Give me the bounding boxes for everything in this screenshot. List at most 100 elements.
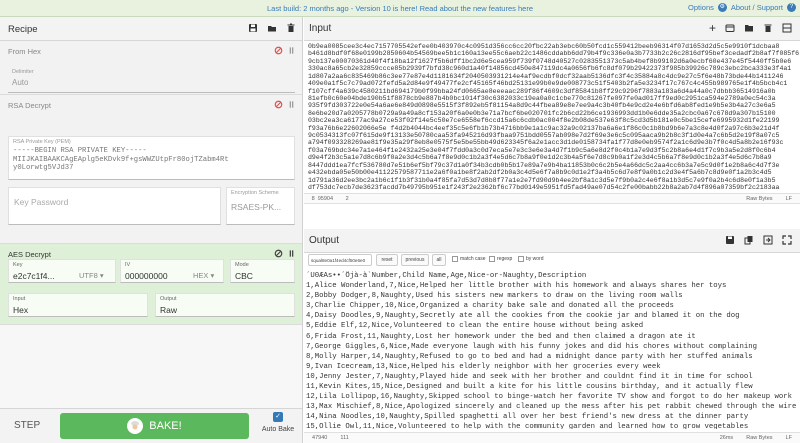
copy-output-icon[interactable] xyxy=(744,235,754,245)
disable-op-icon[interactable] xyxy=(274,46,283,55)
iv-field[interactable]: IV 000000000 HEX ▾ xyxy=(120,259,224,283)
op-rsa-decrypt[interactable]: RSA Decrypt RSA Private Key (PEM) -----B… xyxy=(0,95,302,244)
output-textarea[interactable]: ´U0ÆAs••´Öjà-à`Number,Child Name,Age,Nic… xyxy=(306,271,796,429)
replace-input-icon[interactable] xyxy=(763,235,773,245)
find-input[interactable]: squal8e0a1f4ed4cf50e6e0 xyxy=(308,254,372,266)
output-line: 7,George Giggles,6,Nice,Made everyone la… xyxy=(306,342,758,351)
layout-icon[interactable] xyxy=(782,23,792,33)
gear-icon[interactable]: ⚙ xyxy=(717,3,727,12)
hex-line: f03a769bdc34e7a1e464f1e2432a25e3e04f7fdd… xyxy=(308,146,776,154)
encryption-scheme-select[interactable]: Encryption Scheme RSAES-PK... xyxy=(226,187,295,225)
autobake-checkbox[interactable]: ✓ xyxy=(273,412,283,422)
open-folder-icon[interactable] xyxy=(725,23,735,33)
iv-format-select[interactable]: HEX ▾ xyxy=(193,271,214,280)
chevron-down-icon: ▾ xyxy=(210,271,215,280)
hex-line: 1d791a36d2ee3bc2a1b6c1f1b3f31b0a4f85fa7d… xyxy=(308,176,776,184)
output-line: 12,Lila Lollipop,16,Naughty,Skipped scho… xyxy=(306,393,793,402)
check-label: match case xyxy=(460,256,486,262)
options-link[interactable]: Options xyxy=(688,3,714,12)
output-format-select[interactable]: Output Raw xyxy=(155,293,295,317)
bake-button[interactable]: BAKE! xyxy=(60,413,249,439)
chevron-down-icon: ▾ xyxy=(99,271,104,280)
output-line: 10,Jenny Jester,7,Naughty,Played hide an… xyxy=(306,372,753,381)
update-banner: Last build: 2 months ago - Version 10 is… xyxy=(0,0,800,17)
checkbox[interactable] xyxy=(452,256,458,262)
recipe-title: Recipe xyxy=(8,24,38,35)
find-previous-button[interactable]: previous xyxy=(401,254,429,266)
disable-op-icon[interactable] xyxy=(274,100,283,109)
field-label: Input xyxy=(13,296,26,302)
private-key-field[interactable]: RSA Private Key (PEM) -----BEGIN RSA PRI… xyxy=(8,136,295,180)
iv-format-label: HEX xyxy=(193,271,209,280)
input-textarea[interactable]: 0b9ea0085cee3c4ec7157705542efee0b403970c… xyxy=(304,41,800,193)
output-encoding[interactable]: Raw Bytes xyxy=(743,435,772,441)
hex-line: f93a76b6e22602066e5e f4d2b4044bc4eef35c5… xyxy=(308,124,780,132)
check-label: regexp xyxy=(497,256,513,262)
output-length: 47940 xyxy=(309,435,328,441)
autobake-toggle[interactable]: ✓ Auto Bake xyxy=(258,412,298,433)
hex-line: 9cb137e00070361d40f4f18ba12f1627f5b6dff1… xyxy=(308,57,792,65)
hex-line: 935f9fd303722e0e54a6ae6e849d0898e5515f3f… xyxy=(308,102,776,110)
output-line: 4,Daisy Doodles,9,Naughty,Secretly ate a… xyxy=(306,312,740,321)
check-label: by word xyxy=(526,256,544,262)
op-from-hex[interactable]: From Hex Delimiter Auto xyxy=(0,41,302,95)
hex-line: 330ac8a65cb2e32859ccce85b2939f7bfd38c960… xyxy=(308,65,792,73)
output-line: 13,Max Mischief,8,Nice,Apologized sincer… xyxy=(306,403,796,412)
load-recipe-icon[interactable] xyxy=(267,23,277,33)
open-file-icon[interactable] xyxy=(744,23,754,33)
autobake-label: Auto Bake xyxy=(261,426,295,433)
key-line: -----BEGIN RSA PRIVATE KEY----- xyxy=(13,147,147,155)
output-line: 3,Charlie Chipper,10,Nice,Organized a ch… xyxy=(306,302,674,311)
op-title[interactable]: RSA Decrypt xyxy=(8,101,51,110)
bake-label: BAKE! xyxy=(149,420,182,432)
delimiter-field[interactable]: Delimiter Auto xyxy=(8,69,295,93)
banner-message[interactable]: Last build: 2 months ago - Version 10 is… xyxy=(0,4,800,13)
mode-select[interactable]: Mode CBC xyxy=(230,259,295,283)
key-password-field[interactable]: Key Password xyxy=(8,187,221,225)
key-field[interactable]: Key e2c7c1f4... UTF8 ▾ xyxy=(8,259,116,283)
key-value: e2c7c1f4... xyxy=(13,271,55,281)
input-statusbar: 8 95904 2 Raw Bytes LF xyxy=(304,193,800,204)
input-encoding[interactable]: Raw Bytes xyxy=(743,196,772,202)
op-title[interactable]: From Hex xyxy=(8,47,41,56)
output-eol[interactable]: LF xyxy=(783,435,792,441)
input-header: Input + xyxy=(304,17,800,41)
find-reset-button[interactable]: reset xyxy=(376,254,398,266)
checkbox[interactable] xyxy=(518,256,524,262)
by-word-check[interactable]: by word xyxy=(518,256,544,262)
hex-line: a794f093328269ae81f9e35a29f8eb8e0575f5e5… xyxy=(308,139,784,147)
chef-hat-icon xyxy=(127,418,144,434)
field-label: IV xyxy=(125,262,131,268)
breakpoint-icon[interactable] xyxy=(287,46,296,55)
input-eol[interactable]: LF xyxy=(783,196,792,202)
clear-input-icon[interactable] xyxy=(763,23,773,33)
maximise-icon[interactable] xyxy=(782,235,792,245)
breakpoint-icon[interactable] xyxy=(287,100,296,109)
add-tab-icon[interactable]: + xyxy=(709,22,716,34)
clear-recipe-icon[interactable] xyxy=(286,23,296,33)
save-output-icon[interactable] xyxy=(725,235,735,245)
hex-line: 8447ddd1ea7fcf536780d7e51b6ef5bf79c37d1a… xyxy=(308,161,780,169)
output-statusbar: 47940 111 26ms Raw Bytes LF xyxy=(304,432,800,443)
hex-line: 81efb0c60e04bde190b51f8878cb9e887b4b0bc1… xyxy=(308,94,776,102)
about-link[interactable]: About / Support xyxy=(731,3,783,12)
match-case-check[interactable]: match case xyxy=(452,256,486,262)
key-format-select[interactable]: UTF8 ▾ xyxy=(79,271,104,280)
breakpoint-icon[interactable] xyxy=(287,249,296,258)
output-line: 1,Alice Wonderland,7,Nice,Helped her lit… xyxy=(306,282,727,291)
step-button[interactable]: STEP xyxy=(14,420,40,431)
input-lines: 2 xyxy=(343,196,349,202)
op-aes-decrypt[interactable]: AES Decrypt Key e2c7c1f4... UTF8 ▾ IV 00… xyxy=(0,244,302,325)
disable-op-icon[interactable] xyxy=(274,249,283,258)
hex-line: b461d8bdf0f68e0199b2850604b54569bee5b1c1… xyxy=(308,50,800,58)
input-format-select[interactable]: Input Hex xyxy=(8,293,148,317)
hex-line: 1d807a2aa6c835469b86c3ee77e87e4d1181634f… xyxy=(308,72,784,80)
field-label: Delimiter xyxy=(12,69,34,75)
output-line: 11,Kevin Kites,15,Nice,Designed and buil… xyxy=(306,383,753,392)
op-title[interactable]: AES Decrypt xyxy=(8,250,51,259)
save-recipe-icon[interactable] xyxy=(248,23,258,33)
regexp-check[interactable]: regexp xyxy=(489,256,512,262)
find-all-button[interactable]: all xyxy=(432,254,446,266)
help-icon[interactable]: ? xyxy=(787,3,796,12)
checkbox[interactable] xyxy=(489,256,495,262)
